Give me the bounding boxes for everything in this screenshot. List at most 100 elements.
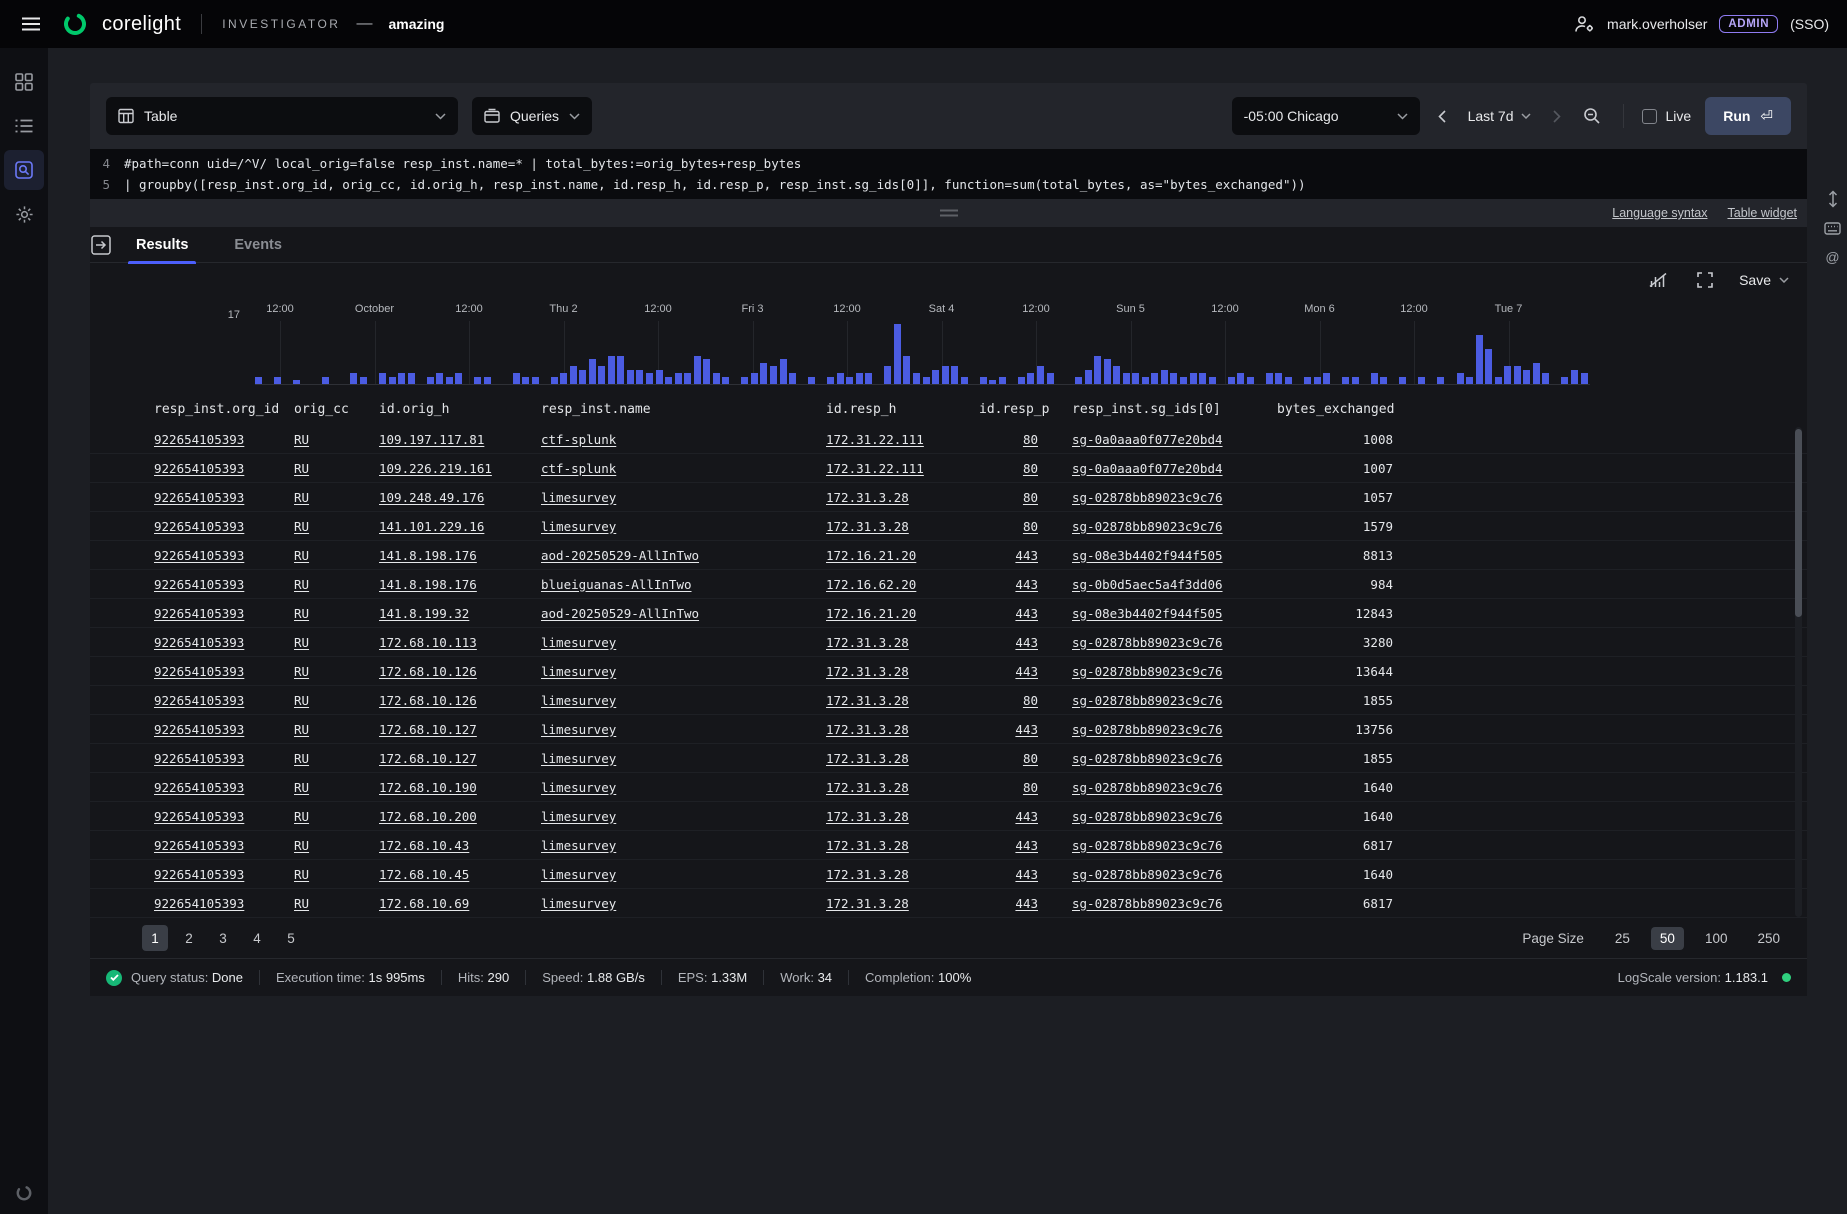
cell-link[interactable]: 172.31.22.111 [826, 432, 924, 447]
query-editor[interactable]: 4#path=conn uid=/^V/ local_orig=false re… [90, 149, 1807, 199]
histogram-bar[interactable] [379, 373, 386, 384]
histogram-bar[interactable] [1180, 377, 1187, 384]
table-widget-link[interactable]: Table widget [1728, 206, 1798, 220]
sidebar-item-list[interactable] [4, 106, 44, 146]
editor-line[interactable]: 5| groupby([resp_inst.org_id, orig_cc, i… [90, 174, 1807, 195]
sidebar-item-dashboards[interactable] [4, 62, 44, 102]
histogram-bar[interactable] [903, 356, 910, 384]
cell-link[interactable]: limesurvey [541, 664, 616, 679]
histogram-bar[interactable] [532, 377, 539, 384]
histogram-bar[interactable] [1437, 377, 1444, 384]
histogram-bar[interactable] [1533, 363, 1540, 384]
histogram-bar[interactable] [1581, 373, 1588, 384]
cell-link[interactable]: 80 [1023, 461, 1038, 476]
histogram-bar[interactable] [1266, 373, 1273, 384]
cell-link[interactable]: 443 [1015, 577, 1038, 592]
histogram-bar[interactable] [884, 366, 891, 384]
cell-link[interactable]: RU [294, 664, 309, 679]
cell-link[interactable]: limesurvey [541, 490, 616, 505]
timezone-select[interactable]: -05:00 Chicago [1232, 97, 1420, 135]
cell-link[interactable]: RU [294, 635, 309, 650]
cell-link[interactable]: 172.68.10.200 [379, 809, 477, 824]
cell-link[interactable]: 172.31.3.28 [826, 664, 909, 679]
cell-link[interactable]: sg-02878bb89023c9c76 [1072, 838, 1223, 853]
cell-link[interactable]: RU [294, 519, 309, 534]
cell-link[interactable]: 80 [1023, 490, 1038, 505]
page-button[interactable]: 2 [176, 925, 202, 951]
histogram-bar[interactable] [1113, 366, 1120, 384]
histogram-bar[interactable] [1504, 366, 1511, 384]
histogram-bar[interactable] [1027, 373, 1034, 384]
cell-link[interactable]: RU [294, 896, 309, 911]
cell-link[interactable]: 141.8.199.32 [379, 606, 469, 621]
histogram-bar[interactable] [1523, 370, 1530, 384]
histogram-bar[interactable] [932, 370, 939, 384]
toggle-panel-icon[interactable] [90, 234, 112, 256]
histogram-bar[interactable] [360, 377, 367, 384]
cell-link[interactable]: 172.31.3.28 [826, 751, 909, 766]
cell-link[interactable]: RU [294, 809, 309, 824]
cell-link[interactable]: limesurvey [541, 780, 616, 795]
cell-link[interactable]: 922654105393 [154, 432, 244, 447]
user-settings-icon[interactable] [1574, 15, 1595, 33]
cell-link[interactable]: 172.31.3.28 [826, 635, 909, 650]
cell-link[interactable]: 443 [1015, 867, 1038, 882]
cell-link[interactable]: 443 [1015, 722, 1038, 737]
histogram-bar[interactable] [961, 377, 968, 384]
histogram-bar[interactable] [751, 373, 758, 384]
scrollbar-thumb[interactable] [1795, 429, 1802, 617]
cell-link[interactable]: 172.31.3.28 [826, 490, 909, 505]
cell-link[interactable]: 922654105393 [154, 635, 244, 650]
page-button[interactable]: 5 [278, 925, 304, 951]
cell-link[interactable]: 922654105393 [154, 867, 244, 882]
page-button[interactable]: 1 [142, 925, 168, 951]
cell-link[interactable]: RU [294, 751, 309, 766]
histogram-bar[interactable] [255, 377, 262, 384]
cell-link[interactable]: 141.101.229.16 [379, 519, 484, 534]
histogram-bar[interactable] [608, 356, 615, 384]
histogram-bar[interactable] [1323, 373, 1330, 384]
cell-link[interactable]: limesurvey [541, 519, 616, 534]
cell-link[interactable]: sg-02878bb89023c9c76 [1072, 490, 1223, 505]
language-syntax-link[interactable]: Language syntax [1612, 206, 1707, 220]
histogram-bar[interactable] [1151, 373, 1158, 384]
mention-help-icon[interactable]: @ [1825, 249, 1839, 265]
page-button[interactable]: 3 [210, 925, 236, 951]
histogram-bar[interactable] [1075, 377, 1082, 384]
histogram-bar[interactable] [1132, 373, 1139, 384]
histogram-bar[interactable] [1342, 377, 1349, 384]
histogram-bar[interactable] [389, 377, 396, 384]
cell-link[interactable]: 922654105393 [154, 519, 244, 534]
cell-link[interactable]: 109.226.219.161 [379, 461, 492, 476]
cell-link[interactable]: 172.16.21.20 [826, 548, 916, 563]
cell-link[interactable]: sg-0a0aaa0f077e20bd4 [1072, 461, 1223, 476]
cell-link[interactable]: 172.31.3.28 [826, 867, 909, 882]
histogram-bar[interactable] [1228, 377, 1235, 384]
histogram-bar[interactable] [1466, 377, 1473, 384]
histogram-bar[interactable] [989, 380, 996, 384]
username[interactable]: mark.overholser [1607, 16, 1707, 32]
cell-link[interactable]: limesurvey [541, 838, 616, 853]
cell-link[interactable]: ctf-splunk [541, 432, 616, 447]
cell-link[interactable]: sg-0a0aaa0f077e20bd4 [1072, 432, 1223, 447]
cell-link[interactable]: 443 [1015, 809, 1038, 824]
histogram-bar[interactable] [398, 373, 405, 384]
cell-link[interactable]: 141.8.198.176 [379, 577, 477, 592]
histogram-bar[interactable] [770, 366, 777, 384]
cell-link[interactable]: sg-0b0d5aec5a4f3dd06 [1072, 577, 1223, 592]
cell-link[interactable]: 172.16.62.20 [826, 577, 916, 592]
cell-link[interactable]: aod-20250529-AllInTwo [541, 548, 699, 563]
histogram-bar[interactable] [646, 373, 653, 384]
column-header[interactable]: id.resp_h [826, 402, 979, 417]
cell-link[interactable]: 922654105393 [154, 664, 244, 679]
cell-link[interactable]: blueiguanas-AllInTwo [541, 577, 692, 592]
cell-link[interactable]: RU [294, 693, 309, 708]
histogram-bar[interactable] [1476, 335, 1483, 384]
histogram-bar[interactable] [865, 373, 872, 384]
cell-link[interactable]: RU [294, 606, 309, 621]
histogram-bar[interactable] [1247, 377, 1254, 384]
histogram-bar[interactable] [427, 377, 434, 384]
histogram-bar[interactable] [1037, 366, 1044, 384]
cell-link[interactable]: sg-02878bb89023c9c76 [1072, 867, 1223, 882]
cell-link[interactable]: RU [294, 722, 309, 737]
